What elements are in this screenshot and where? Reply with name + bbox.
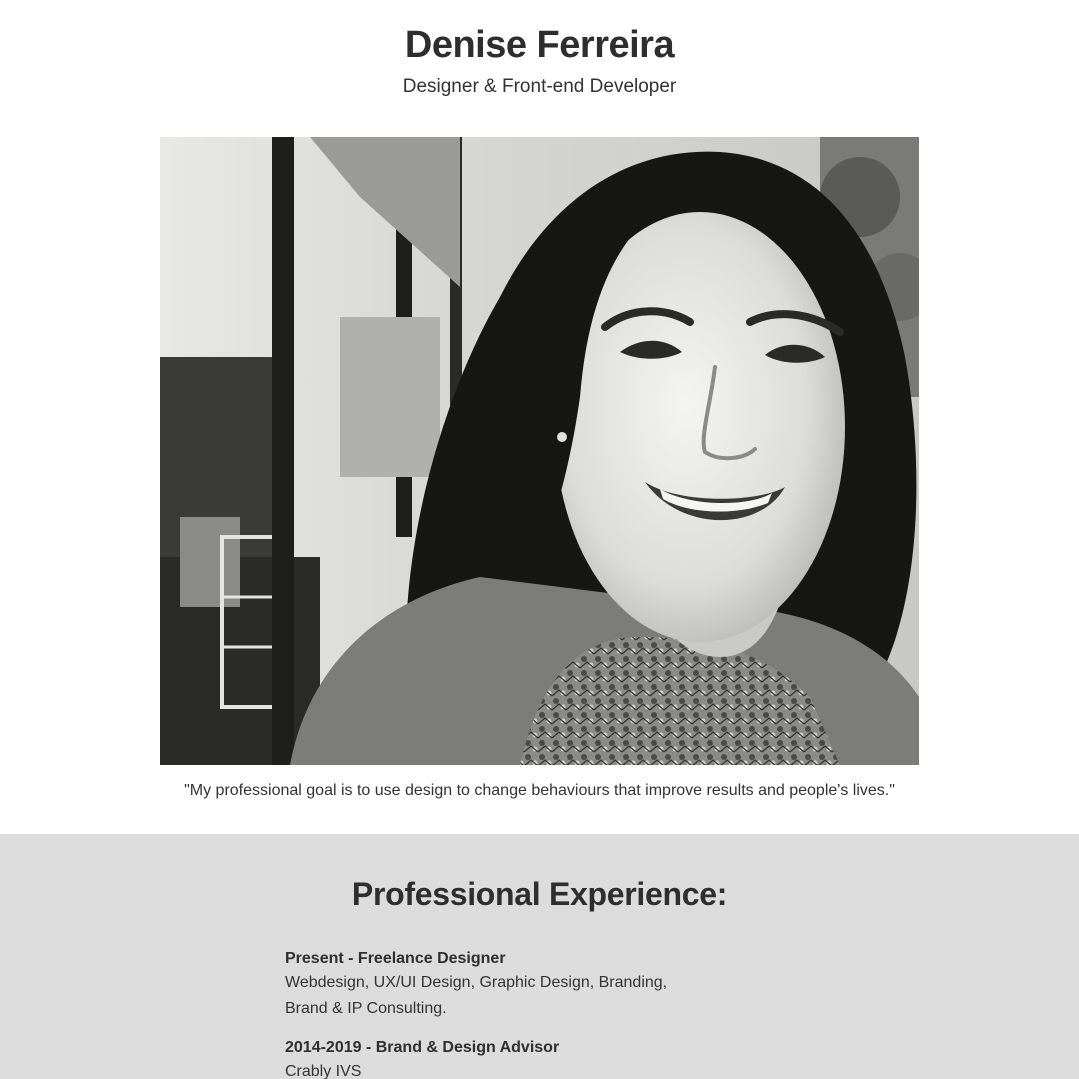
portrait-image [160,137,919,765]
jobs-list: Present - Freelance Designer Webdesign, … [285,948,705,1079]
person-role: Designer & Front-end Developer [402,76,677,97]
hero-section: Denise Ferreira Designer & Front-end Dev… [0,0,1079,834]
job-description: Brand & IP Consulting. [285,1000,447,1017]
job-heading: 2014-2019 - Brand & Design Advisor [285,1039,560,1056]
job-description: Webdesign, UX/UI Design, Graphic Design,… [285,974,668,991]
person-name: Denise Ferreira [404,24,675,66]
job-heading: Present - Freelance Designer [285,950,506,967]
portrait-photo [160,137,919,765]
page: Denise Ferreira Designer & Front-end Dev… [0,0,1079,1079]
professional-goal-quote: "My professional goal is to use design t… [184,782,895,799]
job-item: Present - Freelance Designer Webdesign, … [285,948,705,1022]
experience-section: Professional Experience: Present - Freel… [0,834,1079,1079]
experience-title: Professional Experience: [351,876,728,912]
job-description: Crably IVS [285,1063,362,1079]
job-item: 2014-2019 - Brand & Design Advisor Crabl… [285,1037,705,1079]
